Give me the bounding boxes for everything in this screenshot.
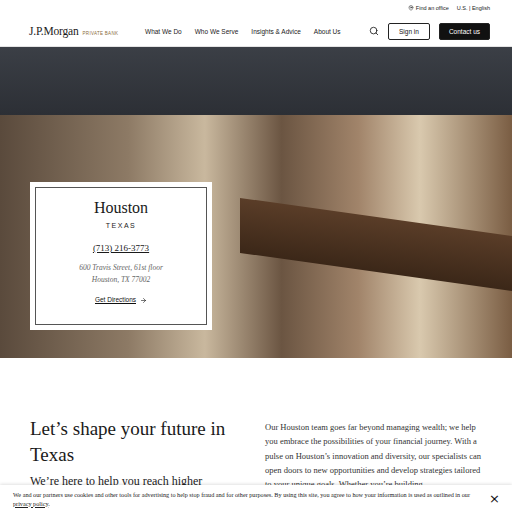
nav-item[interactable]: Who We Serve — [195, 28, 239, 35]
arrow-icon — [140, 297, 147, 304]
state: TEXAS — [106, 222, 136, 229]
intro: Let’s shape your future in TexasWe’re he… — [0, 358, 512, 491]
header: Find an office U.S. | English J.P.Morgan PR… — [0, 0, 512, 47]
privacy-link[interactable]: privacy policy — [13, 500, 48, 507]
logo-name: J.P.Morgan — [29, 25, 79, 37]
close-button[interactable]: × — [485, 491, 504, 506]
cookie-banner: We and our partners use cookies and othe… — [0, 485, 512, 512]
phone-link[interactable]: (713) 216-3773 — [93, 243, 149, 253]
nav-item[interactable]: What We Do — [145, 28, 182, 35]
photo-table — [240, 198, 512, 291]
cookie-text: We and our partners use cookies and othe… — [13, 490, 475, 508]
hero-photo: Houston TEXAS (713) 216-3773 600 Travis Str… — [0, 47, 512, 358]
find-office-link[interactable]: Find an office — [408, 5, 449, 11]
search-icon[interactable] — [369, 26, 379, 36]
nav: What We Do Who We Serve Insights & Advice A… — [145, 28, 369, 35]
utility-bar: Find an office U.S. | English — [29, 0, 490, 16]
logo-sub: PRIVATE BANK — [83, 31, 119, 36]
page: Find an office U.S. | English J.P.Morgan PR… — [0, 0, 512, 512]
intro-body: Our Houston team goes far beyond managin… — [265, 420, 487, 491]
locale-link[interactable]: U.S. | English — [457, 5, 490, 11]
sign-in-button[interactable]: Sign in — [388, 23, 430, 40]
office-card: Houston TEXAS (713) 216-3773 600 Travis Str… — [30, 182, 212, 330]
header-actions: Sign in Contact us — [369, 23, 490, 40]
intro-heading: Let’s shape your future in Texas — [30, 416, 230, 468]
nav-item[interactable]: About Us — [314, 28, 341, 35]
contact-button[interactable]: Contact us — [439, 23, 490, 40]
nav-item[interactable]: Insights & Advice — [251, 28, 301, 35]
city: Houston — [94, 199, 148, 217]
directions-link[interactable]: Get Directions — [95, 296, 147, 304]
logo[interactable]: J.P.Morgan PRIVATE BANK — [29, 25, 145, 37]
address: 600 Travis Street, 61st floorHouston, TX… — [79, 262, 163, 286]
pin-icon — [408, 5, 414, 11]
main-nav-row: J.P.Morgan PRIVATE BANK What We Do Who We S… — [29, 16, 490, 46]
office-card-inner: Houston TEXAS (713) 216-3773 600 Travis Str… — [35, 187, 207, 325]
